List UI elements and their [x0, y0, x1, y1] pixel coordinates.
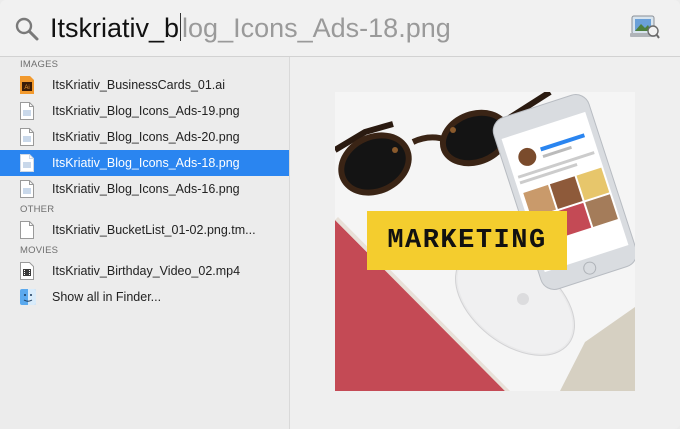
result-label: ItsKriativ_Birthday_Video_02.mp4 [52, 264, 241, 278]
svg-text:Ai: Ai [24, 85, 29, 91]
result-label: ItsKriativ_BusinessCards_01.ai [52, 78, 225, 92]
result-row-selected[interactable]: ItsKriativ_Blog_Icons_Ads-18.png [0, 150, 289, 176]
png-file-icon [20, 154, 34, 172]
preview-image: MARKETING [335, 92, 635, 391]
search-completion-text: log_Icons_Ads-18.png [182, 13, 451, 43]
result-label: ItsKriativ_Blog_Icons_Ads-16.png [52, 182, 240, 196]
search-icon [15, 17, 39, 41]
search-input[interactable]: Itskriativ_b log_Icons_Ads-18.png [50, 11, 451, 45]
search-typed-text: Itskriativ_b [50, 13, 180, 43]
result-row[interactable]: ItsKriativ_Blog_Icons_Ads-20.png [0, 124, 289, 150]
section-header-images: IMAGES [20, 59, 59, 70]
result-row[interactable]: Ai ItsKriativ_BusinessCards_01.ai [0, 72, 289, 98]
result-label: ItsKriativ_Blog_Icons_Ads-18.png [52, 156, 240, 170]
result-row[interactable]: ItsKriativ_Birthday_Video_02.mp4 [0, 258, 289, 284]
finder-icon [20, 289, 36, 305]
section-header-movies: MOVIES [20, 245, 59, 256]
text-caret [180, 13, 182, 41]
result-label: ItsKriativ_Blog_Icons_Ads-20.png [52, 130, 240, 144]
show-all-in-finder[interactable]: Show all in Finder... [0, 284, 289, 310]
preview-app-icon [630, 15, 660, 39]
document-icon [20, 221, 34, 239]
spotlight-window: Itskriativ_b log_Icons_Ads-18.png IMAGES … [0, 0, 680, 429]
png-file-icon [20, 102, 34, 120]
marketing-banner: MARKETING [367, 211, 567, 270]
result-label: ItsKriativ_BucketList_01-02.png.tm... [52, 223, 256, 237]
result-row[interactable]: ItsKriativ_Blog_Icons_Ads-16.png [0, 176, 289, 202]
png-file-icon [20, 180, 34, 198]
result-row[interactable]: ItsKriativ_Blog_Icons_Ads-19.png [0, 98, 289, 124]
png-file-icon [20, 128, 34, 146]
illustrator-file-icon: Ai [20, 76, 34, 94]
results-list: IMAGES Ai ItsKriativ_BusinessCards_01.ai… [0, 57, 290, 429]
search-bar[interactable]: Itskriativ_b log_Icons_Ads-18.png [0, 0, 680, 57]
show-all-label: Show all in Finder... [52, 290, 162, 304]
preview-pane: MARKETING [290, 57, 680, 429]
video-file-icon [20, 262, 34, 280]
section-header-other: OTHER [20, 204, 55, 215]
result-label: ItsKriativ_Blog_Icons_Ads-19.png [52, 104, 240, 118]
result-row[interactable]: ItsKriativ_BucketList_01-02.png.tm... [0, 217, 289, 243]
